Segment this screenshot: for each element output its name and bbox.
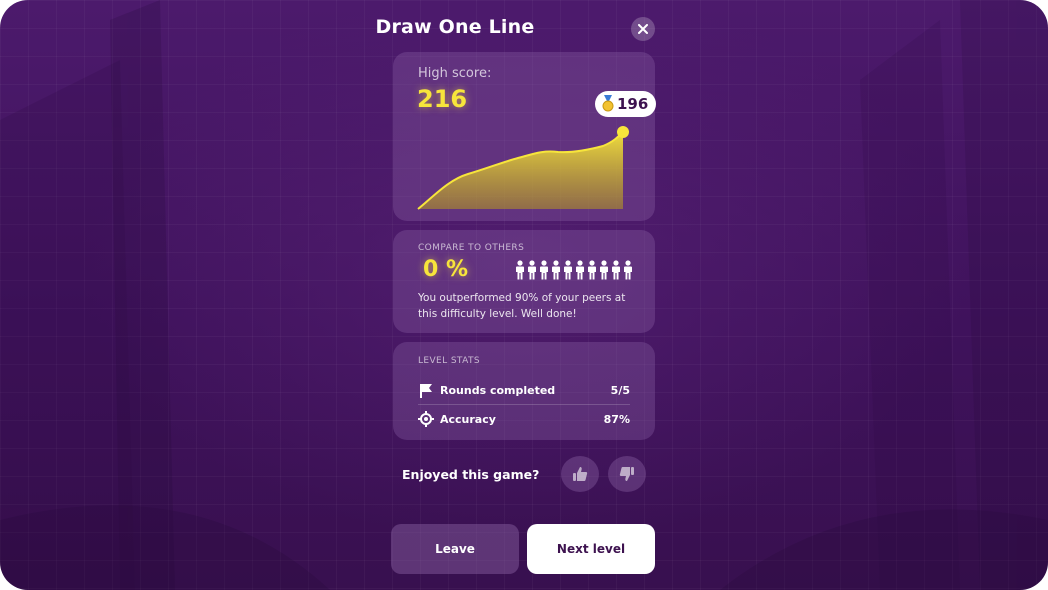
person-icon xyxy=(516,260,524,280)
person-icon xyxy=(576,260,584,280)
compare-value: 0 % xyxy=(423,257,469,282)
person-icon xyxy=(588,260,596,280)
person-icon xyxy=(612,260,620,280)
feedback-question: Enjoyed this game? xyxy=(402,467,540,482)
person-icon xyxy=(600,260,608,280)
close-button[interactable] xyxy=(631,17,655,41)
current-score-badge: 196 xyxy=(595,91,657,117)
peer-icons xyxy=(515,260,633,280)
close-icon xyxy=(638,24,648,34)
high-score-label: High score: xyxy=(418,66,492,81)
compare-label: COMPARE TO OTHERS xyxy=(418,243,525,253)
high-score-card: High score: 216 196 xyxy=(393,52,657,221)
compare-message: You outperformed 90% of your peers at th… xyxy=(418,292,626,320)
thumbs-down-icon xyxy=(619,467,634,481)
thumbs-up-button[interactable] xyxy=(561,456,599,492)
stat-divider xyxy=(418,404,630,405)
stat-value: 87% xyxy=(603,412,630,426)
stat-label: Accuracy xyxy=(440,412,496,426)
person-icon xyxy=(552,260,560,280)
game-title: Draw One Line xyxy=(375,16,535,38)
game-window: Draw One Line High score: 216 196 COMPAR… xyxy=(0,0,1048,590)
score-curve-endpoint xyxy=(617,126,629,138)
score-curve-area xyxy=(418,132,623,209)
leave-button[interactable]: Leave xyxy=(391,524,519,574)
stat-row-rounds: Rounds completed 5/5 xyxy=(418,377,630,403)
next-level-button[interactable]: Next level xyxy=(527,524,655,574)
medal-icon xyxy=(602,95,614,112)
flag-icon xyxy=(418,382,434,398)
level-stats-card: LEVEL STATS Rounds completed 5/5 Accurac… xyxy=(393,342,655,440)
high-score-value: 216 xyxy=(417,85,468,113)
person-icon xyxy=(564,260,572,280)
stat-row-accuracy: Accuracy 87% xyxy=(418,406,630,432)
stat-value: 5/5 xyxy=(610,383,630,397)
person-icon xyxy=(624,260,632,280)
thumbs-down-button[interactable] xyxy=(608,456,646,492)
level-stats-label: LEVEL STATS xyxy=(418,356,480,366)
compare-card: COMPARE TO OTHERS 0 % You outperformed 9… xyxy=(393,230,655,333)
person-icon xyxy=(540,260,548,280)
person-icon xyxy=(528,260,536,280)
stat-label: Rounds completed xyxy=(440,383,556,397)
current-score-value: 196 xyxy=(617,95,649,113)
target-icon xyxy=(418,411,434,427)
thumbs-up-icon xyxy=(573,467,588,481)
